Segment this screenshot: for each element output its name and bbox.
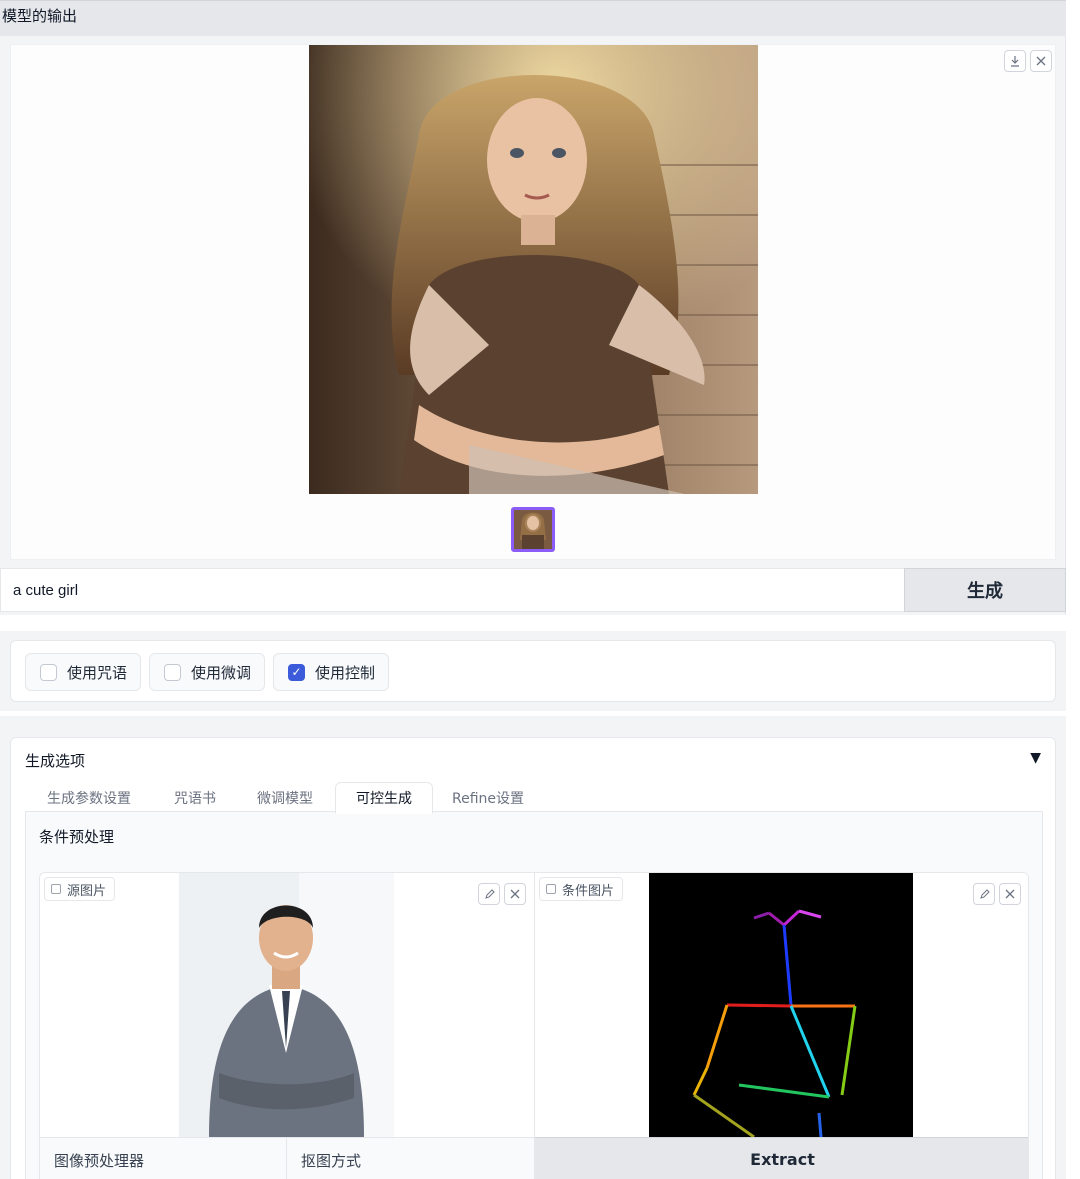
download-icon[interactable] [1004,50,1026,72]
source-image-label-text: 源图片 [67,883,107,899]
image-icon [51,884,61,894]
source-image-label: 源图片 [44,877,116,901]
matting-label: 抠图方式 [301,1152,362,1170]
extract-button[interactable]: Extract [535,1137,1028,1179]
preprocess-title: 条件预处理 [39,828,115,846]
toggle-panel: 使用咒语 使用微调 ✓ 使用控制 [10,640,1056,702]
tab-gen-params[interactable]: 生成参数设置 [31,782,147,814]
checkbox-label: 使用咒语 [67,663,128,682]
use-spell-checkbox[interactable]: 使用咒语 [25,653,141,691]
checkbox-label: 使用控制 [315,663,376,682]
condition-image-label-text: 条件图片 [562,883,615,899]
tab-refine[interactable]: Refine设置 [443,782,533,814]
use-finetune-checkbox[interactable]: 使用微调 [149,653,265,691]
image-row: 源图片 条件图片 图像预处理器 抠图方式 Extract [39,872,1029,1179]
options-section: 生成选项 ▼ 生成参数设置 咒语书 微调模型 可控生成 Refine设置 条件预… [0,716,1066,1179]
tab-controllable[interactable]: 可控生成 [335,782,433,814]
thumbnail-image[interactable] [511,507,555,552]
close-icon[interactable] [504,883,526,905]
collapse-caret-icon[interactable]: ▼ [1030,750,1041,766]
prompt-input[interactable]: a cute girl [0,568,904,612]
edit-icon[interactable] [478,883,500,905]
options-accordion: 生成选项 ▼ 生成参数设置 咒语书 微调模型 可控生成 Refine设置 条件预… [10,737,1056,1179]
checkmark-icon[interactable]: ✓ [288,663,305,681]
use-control-checkbox[interactable]: ✓ 使用控制 [273,653,389,691]
image-icon [546,884,556,894]
edit-icon[interactable] [973,883,995,905]
matting-select[interactable]: 抠图方式 [287,1137,535,1179]
output-gallery [10,44,1056,560]
controllable-tab-content: 条件预处理 源图片 条件图片 图像预处理器 抠图方式 Extract [25,811,1043,1179]
output-header: 模型的输出 [0,0,1066,36]
close-icon[interactable] [999,883,1021,905]
options-title[interactable]: 生成选项 [25,750,85,771]
condition-image-upload[interactable]: 条件图片 [535,873,1028,1137]
tab-finetune-models[interactable]: 微调模型 [243,782,327,814]
output-title: 模型的输出 [2,7,78,25]
condition-image-label: 条件图片 [539,877,624,901]
source-image-upload[interactable]: 源图片 [40,873,535,1137]
close-icon[interactable] [1030,50,1052,72]
preprocessor-label: 图像预处理器 [54,1152,145,1170]
checkbox-box[interactable] [164,663,181,681]
toggle-row: 使用咒语 使用微调 ✓ 使用控制 [0,631,1066,711]
generated-image[interactable] [309,45,758,494]
tab-spellbook[interactable]: 咒语书 [161,782,229,814]
generate-button[interactable]: 生成 [904,568,1066,612]
preprocessor-select[interactable]: 图像预处理器 [40,1137,287,1179]
checkbox-label: 使用微调 [191,663,252,682]
model-output-panel: 模型的输出 a cute girl 生成 [0,0,1066,615]
checkbox-box[interactable] [40,663,57,681]
